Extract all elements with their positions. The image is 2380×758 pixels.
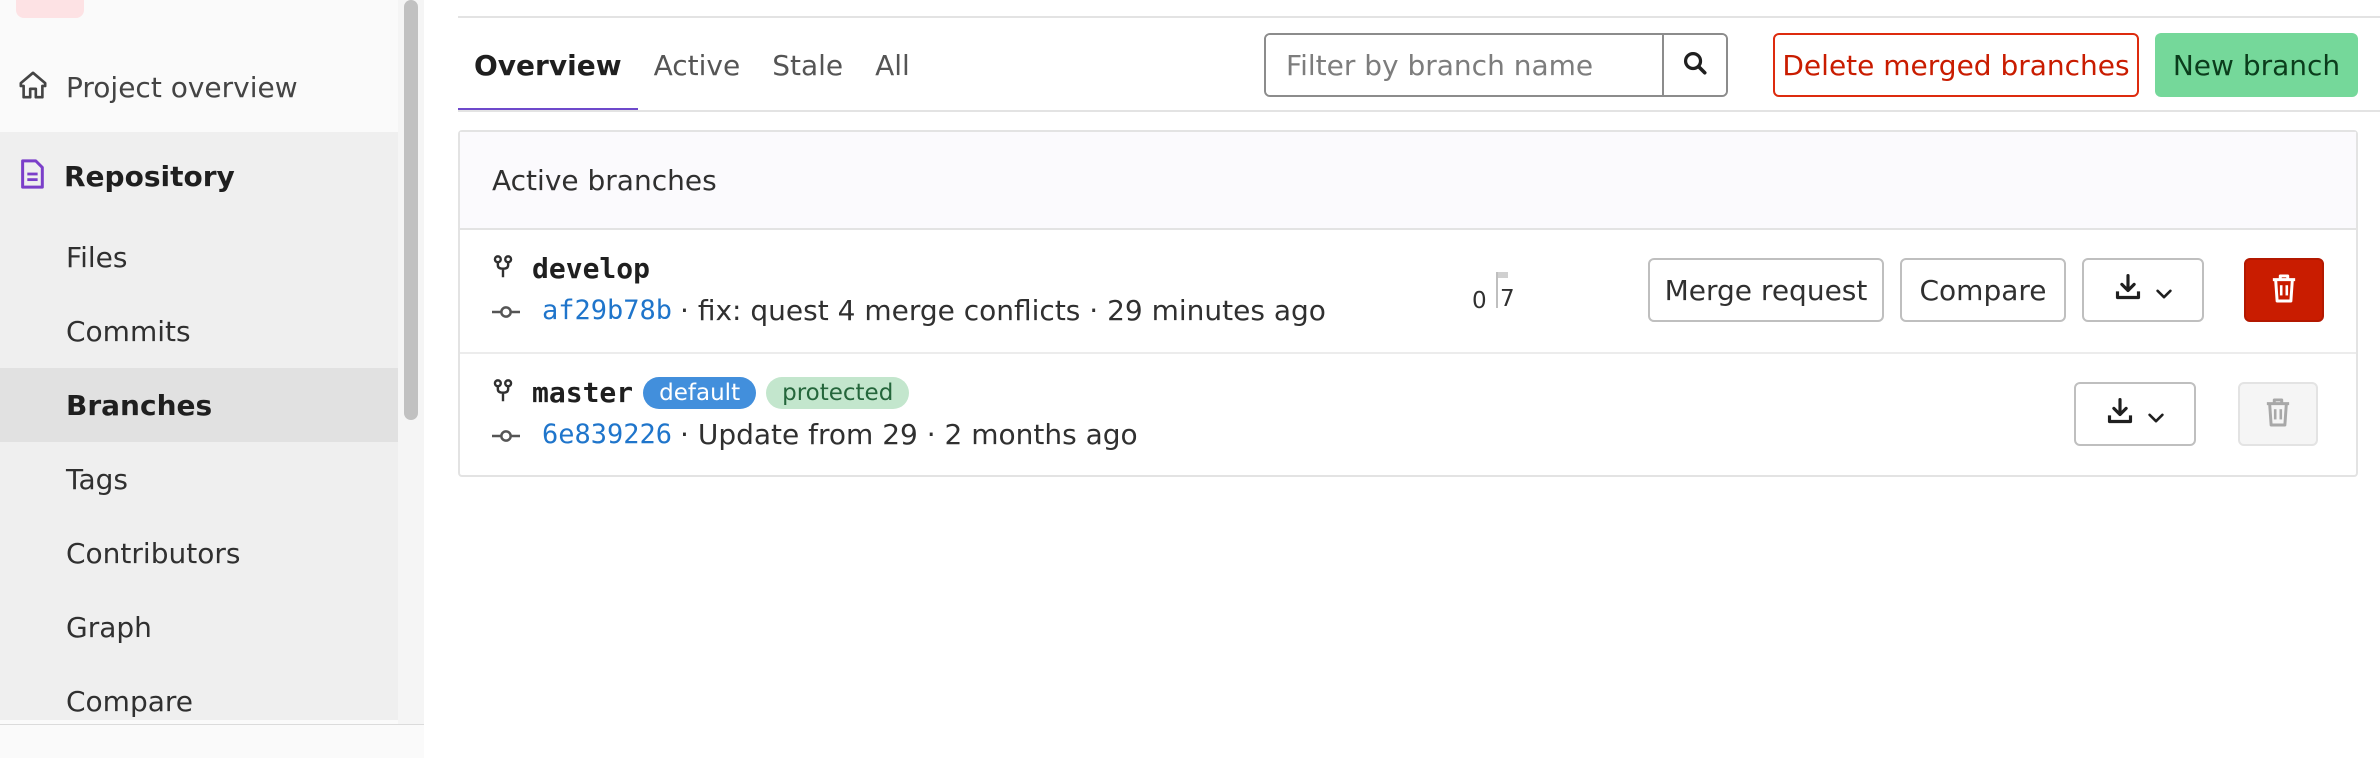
tab-all[interactable]: All (859, 18, 926, 112)
tab-active[interactable]: Active (638, 18, 757, 112)
sidebar: Project overview Repository Files Commit… (0, 0, 424, 758)
download-icon (2106, 397, 2134, 432)
repository-subnav: Files Commits Branches Tags Contributors… (0, 220, 398, 720)
trash-icon (2271, 273, 2297, 307)
default-badge: default (643, 376, 757, 409)
project-avatar[interactable] (16, 0, 84, 18)
branch-row: develop af29b78b · fix: quest 4 merge co… (460, 230, 2356, 354)
document-icon (18, 159, 46, 193)
sidebar-footer (0, 724, 424, 758)
commits-ahead-count: 7 (1500, 286, 1515, 312)
sidebar-item-branches[interactable]: Branches (0, 368, 398, 442)
divider (458, 110, 2380, 112)
search-button[interactable] (1662, 35, 1726, 95)
panel-title: Active branches (460, 132, 2356, 230)
branch-icon (492, 378, 514, 407)
active-branches-panel: Active branches develop af29b78b · fix: … (458, 130, 2358, 477)
tab-overview[interactable]: Overview (458, 18, 638, 112)
protected-badge: protected (766, 376, 910, 409)
commit-icon (492, 418, 520, 451)
branch-icon (492, 254, 514, 283)
commit-sha-link[interactable]: 6e839226 (542, 419, 672, 450)
main-content: Overview Active Stale All Delete merged … (424, 0, 2380, 758)
chevron-down-icon (2148, 398, 2164, 431)
commit-icon (492, 294, 520, 327)
commits-behind-count: 0 (1472, 288, 1487, 314)
sidebar-item-project-overview[interactable]: Project overview (0, 56, 398, 118)
commit-message: · fix: quest 4 merge conflicts · 29 minu… (680, 294, 1326, 327)
branch-name-link[interactable]: master (532, 376, 633, 409)
sidebar-item-label: Repository (64, 159, 235, 193)
download-icon (2114, 273, 2142, 308)
compare-button[interactable]: Compare (1900, 258, 2066, 322)
branch-filter-input[interactable] (1266, 35, 1663, 95)
new-branch-button[interactable]: New branch (2155, 33, 2358, 97)
branch-row: master default protected 6e839226 · Upda… (460, 354, 2356, 478)
delete-merged-branches-button[interactable]: Delete merged branches (1773, 33, 2139, 97)
sidebar-item-files[interactable]: Files (0, 220, 398, 294)
merge-request-button[interactable]: Merge request (1648, 258, 1884, 322)
sidebar-item-repository[interactable]: Repository (0, 132, 398, 220)
download-dropdown-button[interactable] (2082, 258, 2204, 322)
branch-name-link[interactable]: develop (532, 252, 650, 285)
commit-message: · Update from 29 · 2 months ago (680, 418, 1138, 451)
ahead-bar (1498, 272, 1508, 278)
divergence-graph: 0 7 (1472, 272, 1524, 314)
sidebar-scrollbar-thumb[interactable] (404, 0, 418, 420)
sidebar-item-label: Project overview (66, 70, 298, 104)
home-icon (18, 70, 48, 104)
search-icon (1682, 50, 1708, 80)
tab-stale[interactable]: Stale (756, 18, 859, 112)
sidebar-item-commits[interactable]: Commits (0, 294, 398, 368)
delete-branch-button[interactable] (2244, 258, 2324, 322)
branch-tabs: Overview Active Stale All (458, 18, 926, 112)
chevron-down-icon (2156, 274, 2172, 307)
delete-branch-button-disabled (2238, 382, 2318, 446)
trash-icon (2265, 397, 2291, 431)
sidebar-item-tags[interactable]: Tags (0, 442, 398, 516)
branch-filter (1264, 33, 1728, 97)
sidebar-item-graph[interactable]: Graph (0, 590, 398, 664)
download-dropdown-button[interactable] (2074, 382, 2196, 446)
commit-sha-link[interactable]: af29b78b (542, 295, 672, 326)
sidebar-item-contributors[interactable]: Contributors (0, 516, 398, 590)
